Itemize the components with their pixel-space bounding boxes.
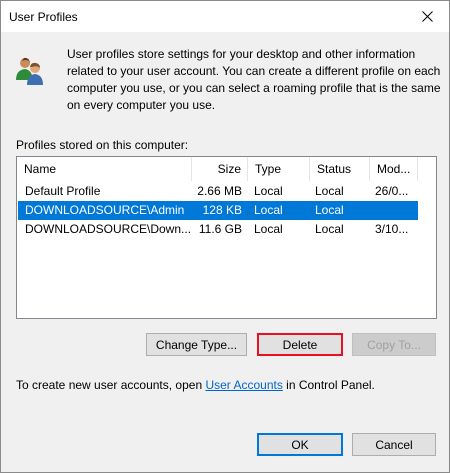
cell-modified [375,201,417,220]
close-button[interactable] [405,1,449,32]
cell-status: Local [315,184,344,198]
cell-modified: 3/10... [375,222,409,236]
cell-name: Default Profile [25,184,101,198]
cell-size: 11.6 GB [198,222,242,236]
title-bar: User Profiles [1,1,449,32]
column-header-modified[interactable]: Mod... [370,157,418,181]
copy-to-button: Copy To... [352,333,436,356]
table-row[interactable]: Default Profile 2.66 MB Local Local 26/0… [18,182,418,201]
close-icon [421,11,433,22]
user-profiles-dialog: User Profiles User profiles store settin… [0,0,450,473]
profiles-label: Profiles stored on this computer: [16,138,189,152]
cell-status: Local [315,203,344,217]
cell-type: Local [254,203,283,217]
intro-text: User profiles store settings for your de… [67,47,441,112]
ok-button[interactable]: OK [257,433,343,456]
change-type-button[interactable]: Change Type... [146,333,247,356]
window-title: User Profiles [9,10,78,24]
cell-type: Local [254,222,283,236]
list-header: Name Size Type Status Mod... [17,157,436,181]
cell-type: Local [254,184,283,198]
column-header-status[interactable]: Status [310,157,370,181]
delete-button[interactable]: Delete [257,333,343,356]
column-header-size[interactable]: Size [192,157,248,181]
profiles-list[interactable]: Name Size Type Status Mod... Default Pro… [16,156,437,319]
column-header-name[interactable]: Name [17,157,192,181]
footer-text: To create new user accounts, open User A… [16,378,375,392]
table-row-selected[interactable]: DOWNLOADSOURCE\Admin 128 KB Local Local [18,201,418,220]
column-header-type[interactable]: Type [248,157,310,181]
footer-prefix: To create new user accounts, open [16,378,206,392]
cell-size: 128 KB [202,203,242,217]
footer-suffix: in Control Panel. [282,378,375,392]
cell-status: Local [315,222,344,236]
user-accounts-link[interactable]: User Accounts [205,378,282,392]
cell-name: DOWNLOADSOURCE\Down... [25,222,190,236]
table-row[interactable]: DOWNLOADSOURCE\Down... 11.6 GB Local Loc… [18,220,418,239]
cancel-button[interactable]: Cancel [352,433,436,456]
cell-modified: 26/0... [375,184,409,198]
cell-size: 2.66 MB [197,184,242,198]
cell-name: DOWNLOADSOURCE\Admin [25,203,185,217]
users-icon [16,57,43,85]
